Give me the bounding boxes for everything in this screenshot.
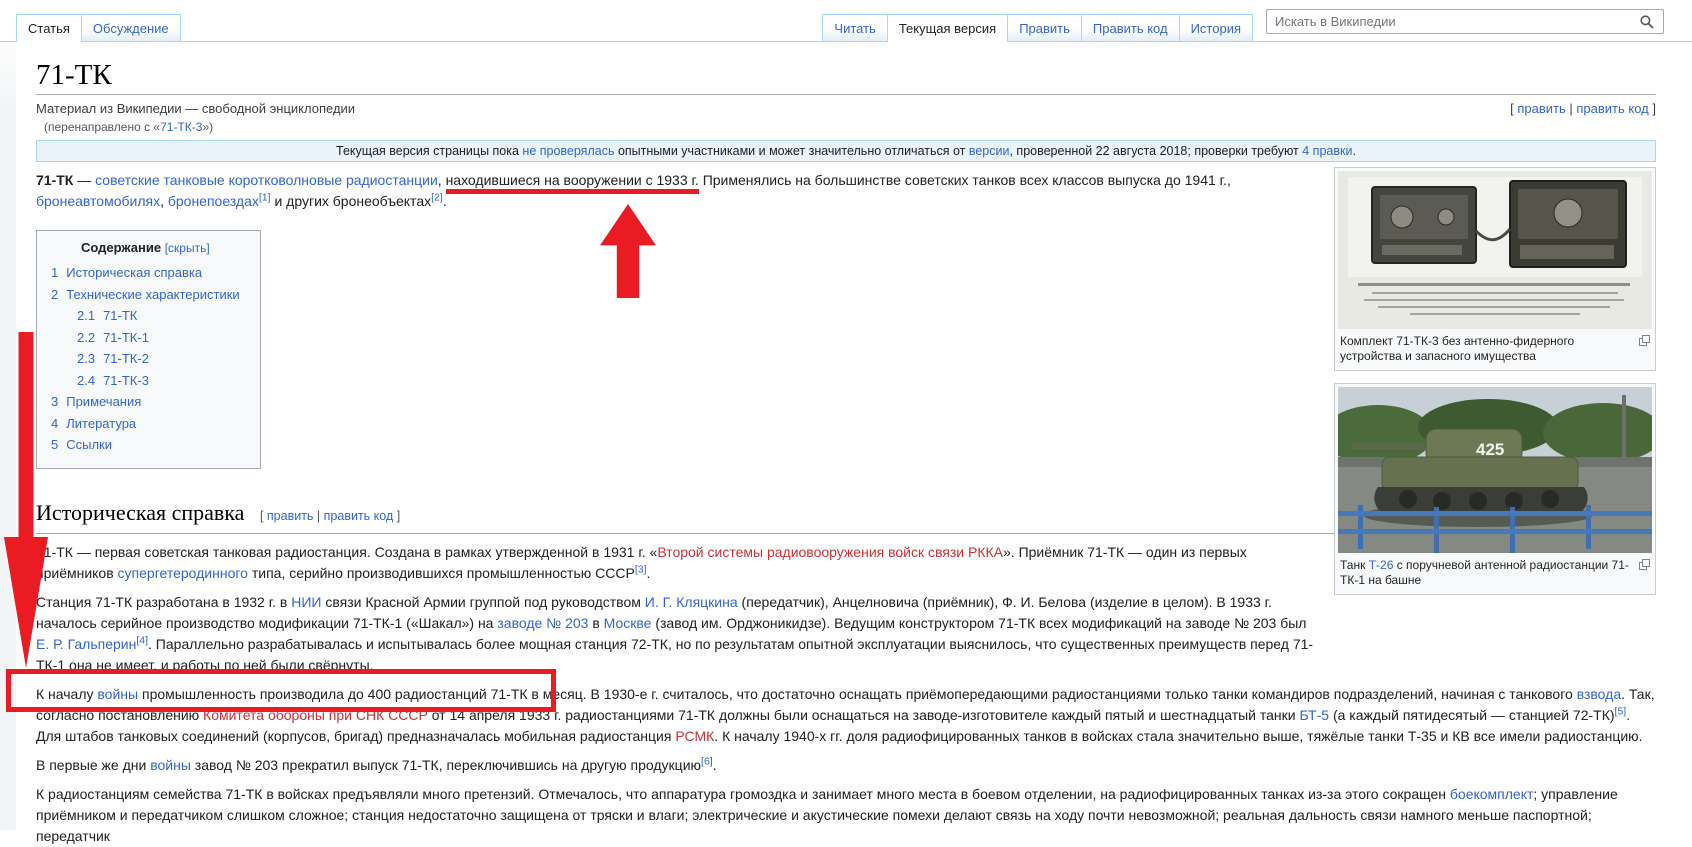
tab-talk[interactable]: Обсуждение bbox=[80, 14, 181, 41]
toc-link[interactable]: 2.2 71-ТК-1 bbox=[77, 330, 149, 345]
reference-link: [3] bbox=[635, 563, 647, 575]
inline-link[interactable]: Комитета обороны при СНК СССР bbox=[203, 707, 428, 723]
magnify-icon[interactable] bbox=[1639, 335, 1650, 346]
view-tabs: Читать Текущая версия Править Править код Ис… bbox=[822, 14, 1253, 42]
toc-item: 2.2 71-ТК-1 bbox=[51, 327, 240, 349]
reference-link: [6] bbox=[701, 755, 713, 767]
tab-edit-source[interactable]: Править код bbox=[1080, 14, 1180, 41]
reference-link: [2] bbox=[431, 191, 443, 203]
redirect-note: (перенаправлено с «71-ТК-3») bbox=[44, 120, 214, 134]
inline-link[interactable]: править bbox=[1517, 101, 1565, 116]
reference-link-anchor[interactable]: [1] bbox=[259, 191, 271, 203]
tab-history[interactable]: История bbox=[1178, 14, 1253, 41]
page-edit-links: [ править | править код ] bbox=[1510, 101, 1656, 116]
table-of-contents: Содержание [скрыть] 1 Историческая справк… bbox=[36, 230, 261, 469]
tank-photo[interactable]: 425 bbox=[1323, 387, 1663, 553]
bold-text: 71-ТК bbox=[36, 172, 74, 188]
toc-link[interactable]: 2 Технические характеристики bbox=[51, 287, 240, 302]
inline-link[interactable]: БТ-5 bbox=[1300, 707, 1330, 723]
page-left-margin bbox=[0, 42, 16, 830]
toc-link[interactable]: 2.1 71-ТК bbox=[77, 308, 137, 323]
search-icon bbox=[1640, 14, 1654, 29]
toc-link[interactable]: 2.3 71-ТК-2 bbox=[77, 351, 149, 366]
toc-item: 1 Историческая справка bbox=[51, 262, 240, 284]
reference-link-anchor[interactable]: [3] bbox=[635, 563, 647, 575]
tab-read[interactable]: Читать bbox=[822, 14, 888, 41]
inline-link[interactable]: 71-ТК-3 bbox=[160, 120, 202, 134]
reference-link: [4] bbox=[136, 634, 148, 646]
paragraph-4: В первые же дни войны завод № 203 прекра… bbox=[36, 754, 717, 773]
tank-turret-number: 425 bbox=[1476, 440, 1504, 459]
tab-article[interactable]: Статья bbox=[16, 14, 82, 42]
site-tagline: Материал из Википедии — свободной энцикл… bbox=[36, 101, 356, 116]
toc-item: 2.4 71-ТК-3 bbox=[51, 370, 240, 392]
inline-link[interactable]: 4 правки bbox=[1302, 144, 1352, 158]
article-content: 71-ТК Материал из Википедии — свободной … bbox=[17, 58, 1692, 847]
search-button[interactable] bbox=[1636, 14, 1663, 29]
toc-item: 3 Примечания bbox=[51, 391, 240, 413]
toc-item: 2 Технические характеристики bbox=[51, 284, 240, 306]
toc-list: 1 Историческая справка 2 Технические характ… bbox=[51, 262, 240, 456]
inline-link[interactable]: советские танковые коротковолновые радио… bbox=[95, 172, 438, 188]
inline-link[interactable]: НИИ bbox=[291, 594, 321, 610]
inline-link[interactable]: править код bbox=[1576, 101, 1648, 116]
inline-link[interactable]: Е. Р. Гальперин bbox=[36, 636, 136, 652]
magnify-icon[interactable] bbox=[1639, 559, 1650, 570]
toc-item: 5 Ссылки bbox=[51, 434, 240, 456]
inline-link[interactable]: править код bbox=[324, 509, 394, 523]
inline-link[interactable]: заводе № 203 bbox=[497, 615, 588, 631]
section-edit-links: [ править | править код ] bbox=[259, 508, 401, 523]
inline-link[interactable]: править bbox=[267, 509, 314, 523]
toc-link[interactable]: 3 Примечания bbox=[51, 394, 141, 409]
inline-link[interactable]: супергетеродинного bbox=[118, 565, 248, 581]
reference-link-anchor[interactable]: [4] bbox=[136, 634, 148, 646]
thumb-caption: Танк Т-26 с поручневой антенной радиоста… bbox=[1340, 558, 1629, 587]
inline-link[interactable]: боекомплект bbox=[1450, 786, 1534, 802]
inline-link[interactable]: Москве bbox=[604, 615, 652, 631]
inline-link[interactable]: версии bbox=[969, 144, 1010, 158]
toc-link[interactable]: 2.4 71-ТК-3 bbox=[77, 373, 149, 388]
inline-link[interactable]: войны bbox=[150, 757, 191, 773]
toc-hide-toggle[interactable]: [скрыть] bbox=[165, 241, 210, 255]
inline-link[interactable]: бронепоездах bbox=[168, 193, 259, 209]
inline-link[interactable]: И. Г. Кляцкина bbox=[645, 594, 738, 610]
inline-link[interactable]: бронеавтомобилях bbox=[36, 193, 160, 209]
toc-title: Содержание bbox=[81, 240, 162, 255]
flagged-revisions-notice: Текущая версия страницы пока не проверял… bbox=[36, 140, 1656, 162]
reference-link: [5] bbox=[1615, 705, 1627, 717]
toc-link[interactable]: 1 Историческая справка bbox=[51, 265, 202, 280]
tab-current-version[interactable]: Текущая версия bbox=[886, 14, 1009, 42]
page-header: Статья Обсуждение Читать Текущая версия Пра… bbox=[0, 0, 1692, 42]
paragraph-5: К радиостанциям семейства 71-ТК в войска… bbox=[36, 785, 1618, 844]
namespace-tabs: Статья Обсуждение bbox=[16, 14, 181, 42]
thumb-caption: Комплект 71-ТК-3 без антенно-фидерного у… bbox=[1340, 334, 1575, 363]
reference-link-anchor[interactable]: [6] bbox=[701, 755, 713, 767]
thumbnail-column: Комплект 71-ТК-3 без антенно-фидерного у… bbox=[1323, 167, 1663, 607]
annotated-text: находившиеся на вооружении с 1933 г. bbox=[445, 172, 699, 194]
thumb-tank-photo: 425 Танк Т-26 с поручневой антенной ради… bbox=[1323, 383, 1663, 595]
reference-link-anchor[interactable]: [2] bbox=[431, 191, 443, 203]
thumb-radio-set: Комплект 71-ТК-3 без антенно-фидерного у… bbox=[1334, 167, 1656, 371]
inline-link[interactable]: взвода bbox=[1577, 686, 1621, 702]
search-input[interactable] bbox=[1267, 14, 1636, 29]
page-title: 71-ТК bbox=[36, 58, 1656, 95]
toc-item: 2.3 71-ТК-2 bbox=[51, 348, 240, 370]
inline-link[interactable]: Второй системы радиовооружения войск свя… bbox=[657, 544, 1003, 560]
inline-link[interactable]: войны bbox=[97, 686, 138, 702]
search-box bbox=[1266, 9, 1664, 34]
reference-link-anchor[interactable]: [5] bbox=[1615, 705, 1627, 717]
toc-item: 4 Литература bbox=[51, 413, 240, 435]
inline-link[interactable]: не проверялась bbox=[522, 144, 614, 158]
toc-link[interactable]: 4 Литература bbox=[51, 416, 136, 431]
reference-link: [1] bbox=[259, 191, 271, 203]
tab-edit[interactable]: Править bbox=[1007, 14, 1082, 41]
paragraph-3: К началу войны промышленность производил… bbox=[36, 685, 1655, 744]
inline-link[interactable]: Т-26 bbox=[1369, 558, 1394, 572]
inline-link[interactable]: РСМК bbox=[675, 728, 714, 744]
toc-item: 2.1 71-ТК bbox=[51, 305, 240, 327]
radio-station-photo[interactable] bbox=[1338, 171, 1652, 329]
section-heading-text: Историческая справка bbox=[36, 499, 245, 525]
toc-link[interactable]: 5 Ссылки bbox=[51, 437, 112, 452]
